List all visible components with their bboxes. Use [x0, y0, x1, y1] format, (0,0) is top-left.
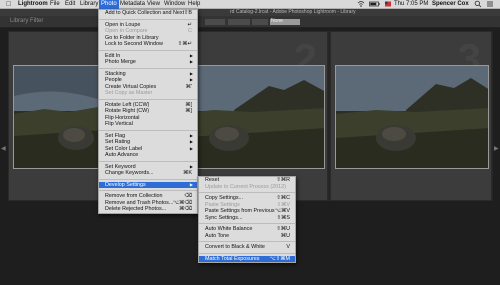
menu-item-label: People: [105, 77, 122, 83]
menu-view[interactable]: View: [145, 0, 162, 9]
menu-library[interactable]: Library: [78, 0, 100, 9]
grid-cell[interactable]: 3: [330, 31, 492, 201]
menu-item-label: Remove from Collection: [105, 193, 163, 199]
menu-item-label: Set Keyword: [105, 163, 136, 170]
menu-item-label: Develop Settings: [105, 181, 146, 188]
clock-text[interactable]: Thu 7:05 PM: [392, 0, 430, 9]
left-panel-toggle-icon[interactable]: ◀: [1, 145, 6, 152]
menu-item-label: Go to Folder in Library: [105, 34, 159, 41]
menu-item-label: Create Virtual Copies: [105, 83, 157, 90]
apple-icon[interactable]: : [4, 0, 13, 9]
menu-item-label: Remove and Trash Photos...: [105, 199, 174, 206]
menu-item-delete-rejected-photos[interactable]: Delete Rejected Photos... ⌘⌫: [99, 206, 197, 213]
menu-item-label: Rotate Right (CW): [105, 108, 150, 114]
menu-item-shortcut: ⌥⇧⌘M: [269, 255, 290, 262]
window-title: rd Catalog-2.lrcat - Adobe Photoshop Lig…: [230, 9, 356, 15]
menu-item-label: Auto Advance: [105, 152, 139, 158]
library-filter-label: Library Filter: [10, 18, 44, 24]
menu-item-label: Sync Settings...: [205, 214, 243, 221]
menu-edit[interactable]: Edit: [63, 0, 77, 9]
menu-item-label: Set Color Label: [105, 145, 143, 152]
menu-item-label: Set Flag: [105, 132, 126, 139]
filter-text-tab[interactable]: [205, 19, 225, 25]
menu-item-label: Paste Settings: [205, 201, 240, 208]
screen:  Lightroom File Edit Library Photo Meta…: [0, 0, 500, 285]
menu-item-label: Lock to Second Window: [105, 41, 163, 47]
battery-icon[interactable]: [367, 0, 383, 9]
menu-item-label: Photo Merge: [105, 59, 136, 65]
menu-bar:  Lightroom File Edit Library Photo Meta…: [0, 0, 500, 9]
develop-settings-submenu: Reset ⇧⌘R Update to Current Process (2012)…: [198, 176, 296, 263]
menu-photo[interactable]: Photo: [99, 0, 119, 9]
wifi-icon[interactable]: [355, 0, 367, 9]
menu-item-label: Copy Settings...: [205, 195, 244, 201]
menu-item-label: Open in Compare: [105, 28, 148, 34]
menu-metadata[interactable]: Metadata: [118, 0, 147, 9]
menu-item-label: Paste Settings from Previous: [205, 208, 275, 214]
search-icon[interactable]: [472, 0, 484, 9]
menu-item-label: Open in Loupe: [105, 21, 141, 28]
menu-item-label: Flip Horizontal: [105, 114, 140, 121]
window-title-bar: rd Catalog-2.lrcat - Adobe Photoshop Lig…: [0, 9, 500, 16]
filter-attribute-tab[interactable]: [228, 19, 250, 25]
user-name[interactable]: Spencer Cox: [430, 0, 471, 9]
menu-item-label: Change Keywords...: [105, 170, 154, 176]
menu-item-label: Reset: [205, 177, 220, 183]
menu-item-label: Add to Quick Collection and Next: [105, 10, 185, 16]
menu-item-label: Auto Tone: [205, 232, 230, 239]
menu-item-label: Edit In: [105, 52, 121, 59]
menu-app-name[interactable]: Lightroom: [16, 0, 50, 9]
menu-item-label: Auto White Balance: [205, 226, 253, 232]
photo-thumbnail[interactable]: [335, 65, 489, 169]
menu-item-label: Match Total Exposures: [205, 255, 260, 262]
menu-item-match-total-exposures[interactable]: Match Total Exposures ⌥⇧⌘M: [199, 255, 295, 262]
menu-item-label: Flip Vertical: [105, 121, 133, 127]
menu-list-icon[interactable]: [484, 0, 496, 9]
menu-item-label: Set Rating: [105, 139, 131, 145]
filter-none-label: None: [271, 18, 283, 24]
menu-item-label: Set Copy as Master: [105, 90, 153, 96]
right-panel-toggle-icon[interactable]: ▶: [494, 145, 499, 152]
menu-help[interactable]: Help: [186, 0, 202, 9]
photo-menu: Add to Quick Collection and Next ⇧B Open i…: [98, 9, 198, 214]
menu-item-label: Rotate Left (CCW): [105, 101, 150, 108]
menu-item-shortcut: ⌘⌫: [178, 206, 192, 212]
menu-item-label: Stacking: [105, 70, 126, 77]
menu-item-label: Update to Current Process (2012): [205, 183, 286, 190]
menu-file[interactable]: File: [48, 0, 62, 9]
menu-window[interactable]: Window: [162, 0, 187, 9]
library-filter-bar: Library Filter None: [0, 16, 500, 28]
menu-item-label: Convert to Black & White: [205, 244, 265, 250]
filter-metadata-tab[interactable]: [252, 19, 268, 25]
menu-item-label: Delete Rejected Photos...: [105, 206, 167, 212]
